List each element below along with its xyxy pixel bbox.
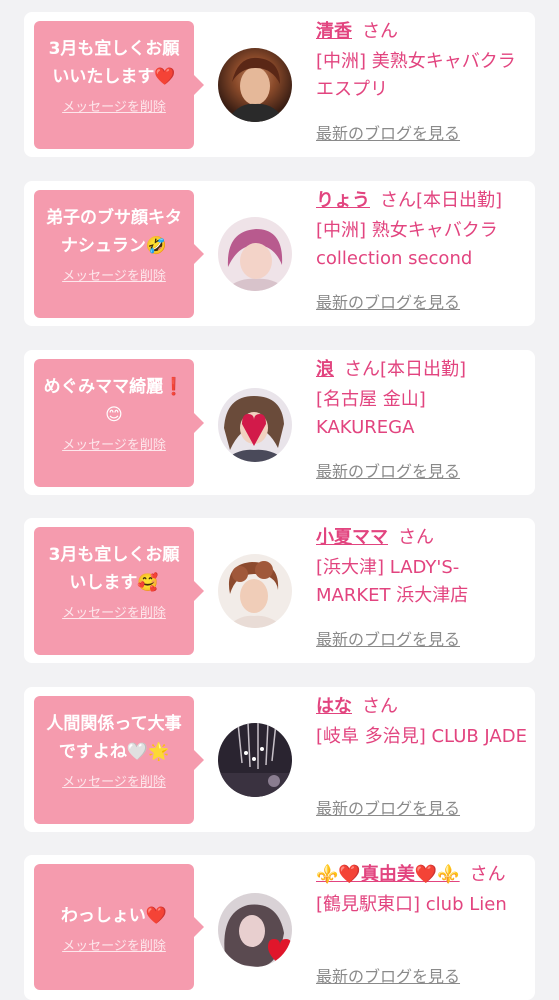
store-name: [中洲] 美熟女キャバクラ エスプリ [316,51,516,100]
profile-name-link[interactable]: 小夏ママ [316,527,388,548]
delete-message-link[interactable]: メッセージを削除 [62,437,166,455]
honorific: さん [362,21,398,42]
store-name: [浜大津] LADY'S-MARKET 浜大津店 [316,557,469,606]
message-text: 人間関係って大事ですよね🤍🌟 [46,714,182,762]
message-bubble: めぐみママ綺麗❗️😊 メッセージを削除 [34,359,204,487]
message-bubble: 3月も宜しくお願いします🥰 メッセージを削除 [34,527,204,655]
message-bubble: わっしょい❤️ メッセージを削除 [34,864,204,990]
profile-name-link[interactable]: 清香 [316,21,352,42]
latest-blog-link[interactable]: 最新のブログを見る [316,630,460,650]
message-card: 3月も宜しくお願いいたします❤️ メッセージを削除 清香 さん [中洲] 美熟女キ… [24,12,535,157]
avatar-photo-icon [222,396,288,462]
store-name: [中洲] 熟女キャバクラ collection second [316,220,498,269]
profile-name-link[interactable]: はな [316,696,352,717]
profile-info: ⚜️❤️真由美❤️⚜️ さん [鶴見駅東口] club Lien [316,863,528,919]
avatar-photo-icon [224,229,288,291]
avatar-photo-icon [224,904,292,967]
message-bubble: 弟子のブサ顔キタナシュラン🤣 メッセージを削除 [34,190,204,318]
profile-info: 清香 さん [中洲] 美熟女キャバクラ エスプリ [316,20,528,104]
delete-message-link[interactable]: メッセージを削除 [62,605,166,623]
avatar[interactable] [218,388,292,462]
avatar-photo-icon [226,561,284,628]
latest-blog-link[interactable]: 最新のブログを見る [316,799,460,819]
avatar-photo-icon [218,723,292,797]
honorific: さん [344,359,380,380]
latest-blog-link[interactable]: 最新のブログを見る [316,967,460,987]
latest-blog-link[interactable]: 最新のブログを見る [316,124,460,144]
message-card: わっしょい❤️ メッセージを削除 ⚜️❤️真由美❤️⚜️ さん [鶴見駅東口] c… [24,855,535,1000]
delete-message-link[interactable]: メッセージを削除 [62,938,166,956]
avatar[interactable] [218,554,292,628]
profile-info: 浪さん[本日出勤] [名古屋 金山] KAKUREGA [316,358,528,442]
latest-blog-link[interactable]: 最新のブログを見る [316,462,460,482]
message-text: わっしょい❤️ [60,906,168,926]
message-bubble: 人間関係って大事ですよね🤍🌟 メッセージを削除 [34,696,204,824]
message-text: 3月も宜しくお願いします🥰 [48,545,180,593]
delete-message-link[interactable]: メッセージを削除 [62,99,166,117]
status-badge: [本日出勤] [380,359,467,380]
profile-name-link[interactable]: りょう [316,190,370,211]
store-name: [鶴見駅東口] club Lien [316,894,507,915]
message-text: 弟子のブサ顔キタナシュラン🤣 [46,208,182,256]
friend-message-list: 3月も宜しくお願いいたします❤️ メッセージを削除 清香 さん [中洲] 美熟女キ… [0,0,559,1000]
message-text: めぐみママ綺麗❗️😊 [43,377,185,425]
message-card: 弟子のブサ顔キタナシュラン🤣 メッセージを削除 りょう さん[本日出勤] [中洲]… [24,181,535,326]
store-name: [名古屋 金山] KAKUREGA [316,389,426,438]
status-badge: [本日出勤] [416,190,503,211]
message-card: 人間関係って大事ですよね🤍🌟 メッセージを削除 はな さん [岐阜 多治見] CL… [24,687,535,832]
message-card: めぐみママ綺麗❗️😊 メッセージを削除 浪さん[本日出勤] [名古屋 金山] K… [24,350,535,495]
profile-info: りょう さん[本日出勤] [中洲] 熟女キャバクラ collection seco… [316,189,528,273]
delete-message-link[interactable]: メッセージを削除 [62,268,166,286]
profile-info: はな さん [岐阜 多治見] CLUB JADE [316,695,528,751]
honorific: さん [380,190,416,211]
avatar[interactable] [218,48,292,122]
message-card: 3月も宜しくお願いします🥰 メッセージを削除 小夏ママ さん [浜大津] LADY… [24,518,535,663]
store-name: [岐阜 多治見] CLUB JADE [316,726,527,747]
delete-message-link[interactable]: メッセージを削除 [62,774,166,792]
message-bubble: 3月も宜しくお願いいたします❤️ メッセージを削除 [34,21,204,149]
profile-info: 小夏ママ さん [浜大津] LADY'S-MARKET 浜大津店 [316,526,528,610]
avatar[interactable] [218,723,292,797]
profile-name-link[interactable]: 浪 [316,359,334,380]
avatar[interactable] [218,217,292,291]
avatar-photo-icon [226,57,286,122]
message-text: 3月も宜しくお願いいたします❤️ [48,39,180,87]
latest-blog-link[interactable]: 最新のブログを見る [316,293,460,313]
honorific: さん [469,864,506,885]
avatar[interactable] [218,893,292,967]
honorific: さん [398,527,434,548]
honorific: さん [362,696,398,717]
profile-name-link[interactable]: ⚜️❤️真由美❤️⚜️ [316,864,460,885]
